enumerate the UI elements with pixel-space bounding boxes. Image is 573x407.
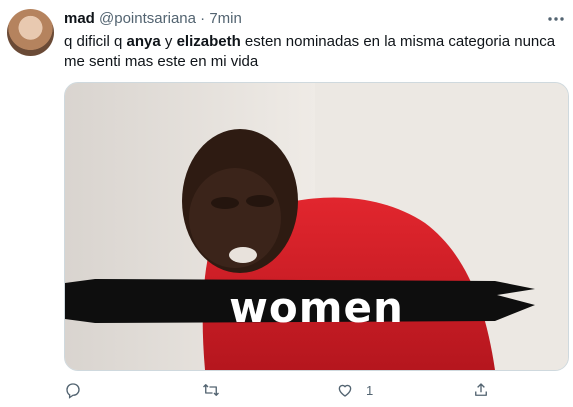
author-name[interactable]: mad: [64, 10, 95, 27]
like-button[interactable]: 1: [336, 378, 373, 402]
share-icon: [475, 383, 487, 396]
share-button[interactable]: [472, 378, 502, 402]
tweet[interactable]: mad @pointsariana · 7min q dificil q any…: [0, 0, 573, 407]
meme-caption: women: [229, 283, 404, 332]
tweet-header: mad @pointsariana · 7min: [64, 10, 242, 28]
author-handle[interactable]: @pointsariana: [99, 10, 196, 27]
tweet-text-part: q dificil q: [64, 33, 127, 50]
tweet-text-bold-elizabeth: elizabeth: [176, 33, 241, 50]
separator-dot: ·: [200, 10, 206, 27]
avatar[interactable]: [7, 9, 54, 56]
tweet-actions: 1: [64, 378, 504, 402]
reply-icon: [66, 383, 80, 399]
tweet-text-part: y: [160, 33, 177, 50]
like-icon: [338, 384, 352, 397]
retweet-button[interactable]: [201, 378, 233, 402]
retweet-icon: [203, 384, 219, 396]
tweet-time[interactable]: 7min: [209, 10, 242, 27]
tweet-media-image[interactable]: women: [64, 82, 569, 371]
reply-button[interactable]: [64, 378, 94, 402]
more-icon: [548, 17, 564, 21]
tweet-text-bold-anya: anya: [126, 33, 161, 50]
like-count: 1: [366, 382, 374, 398]
tweet-text: q dificil q anya y elizabeth esten nomin…: [64, 32, 564, 72]
more-options-button[interactable]: [546, 10, 566, 28]
